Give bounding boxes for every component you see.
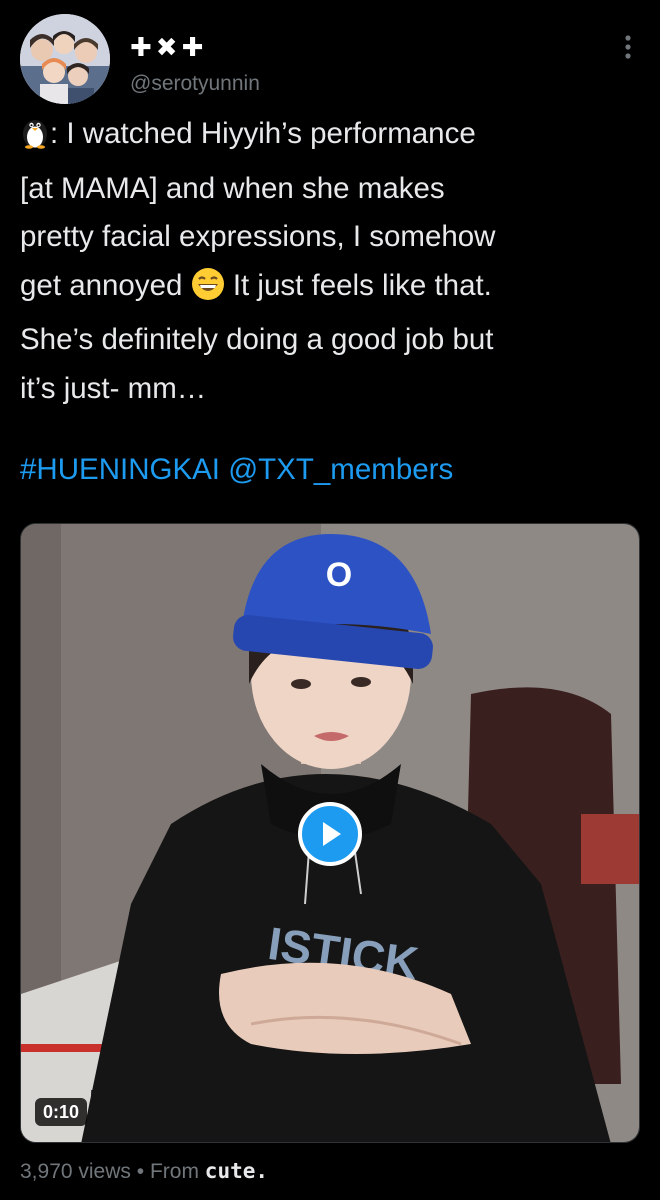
tweet: ✚✖✚ @serotyunnin : I watched Hiyyih’s pe… — [0, 0, 660, 1200]
play-button[interactable] — [298, 802, 362, 866]
tweet-line-4: get annoyed It just feels like that. — [20, 262, 640, 317]
tweet-line-1-text: : I watched Hiyyih’s performance — [50, 117, 476, 150]
author-names[interactable]: ✚✖✚ @serotyunnin — [130, 32, 260, 96]
beanie-logo: O — [326, 556, 352, 594]
handle[interactable]: @serotyunnin — [130, 72, 260, 96]
more-options-icon[interactable] — [620, 32, 636, 62]
tweet-line-6: it’s just- mm… — [20, 371, 207, 405]
penguin-icon — [20, 115, 50, 165]
tweet-line-1: : I watched Hiyyih’s performance — [20, 110, 640, 165]
tweet-line-3: pretty facial expressions, I somehow — [20, 220, 496, 253]
tweet-line-2: [at MAMA] and when she makes — [20, 171, 445, 205]
separator: • — [136, 1160, 145, 1183]
tweet-footer: 3,970 views • From cute. — [20, 1156, 268, 1187]
tweet-line-4a-text: get annoyed — [20, 268, 183, 302]
avatar[interactable] — [20, 14, 110, 104]
tweet-header: ✚✖✚ @serotyunnin — [20, 14, 640, 104]
tweet-text: : I watched Hiyyih’s performance [at MAM… — [20, 110, 640, 413]
play-icon — [323, 822, 341, 846]
tweet-line-4b-text: It just feels like that. — [232, 268, 492, 302]
grinning-face-emoji — [191, 267, 225, 317]
tweet-links: #HUENINGKAI @TXT_members — [20, 448, 453, 492]
tweet-line-5: She’s definitely doing a good job but — [20, 323, 494, 356]
display-name[interactable]: ✚✖✚ — [130, 32, 260, 62]
video-player[interactable]: ISTICK O 0:10 — [20, 523, 640, 1143]
view-count: 3,970 views — [20, 1160, 131, 1183]
hashtag-link[interactable]: #HUENINGKAI — [20, 453, 220, 486]
source-link[interactable]: cute. — [205, 1159, 268, 1183]
from-label: From — [149, 1160, 199, 1183]
video-duration: 0:10 — [35, 1098, 88, 1126]
mention-link[interactable]: @TXT_members — [228, 453, 453, 486]
